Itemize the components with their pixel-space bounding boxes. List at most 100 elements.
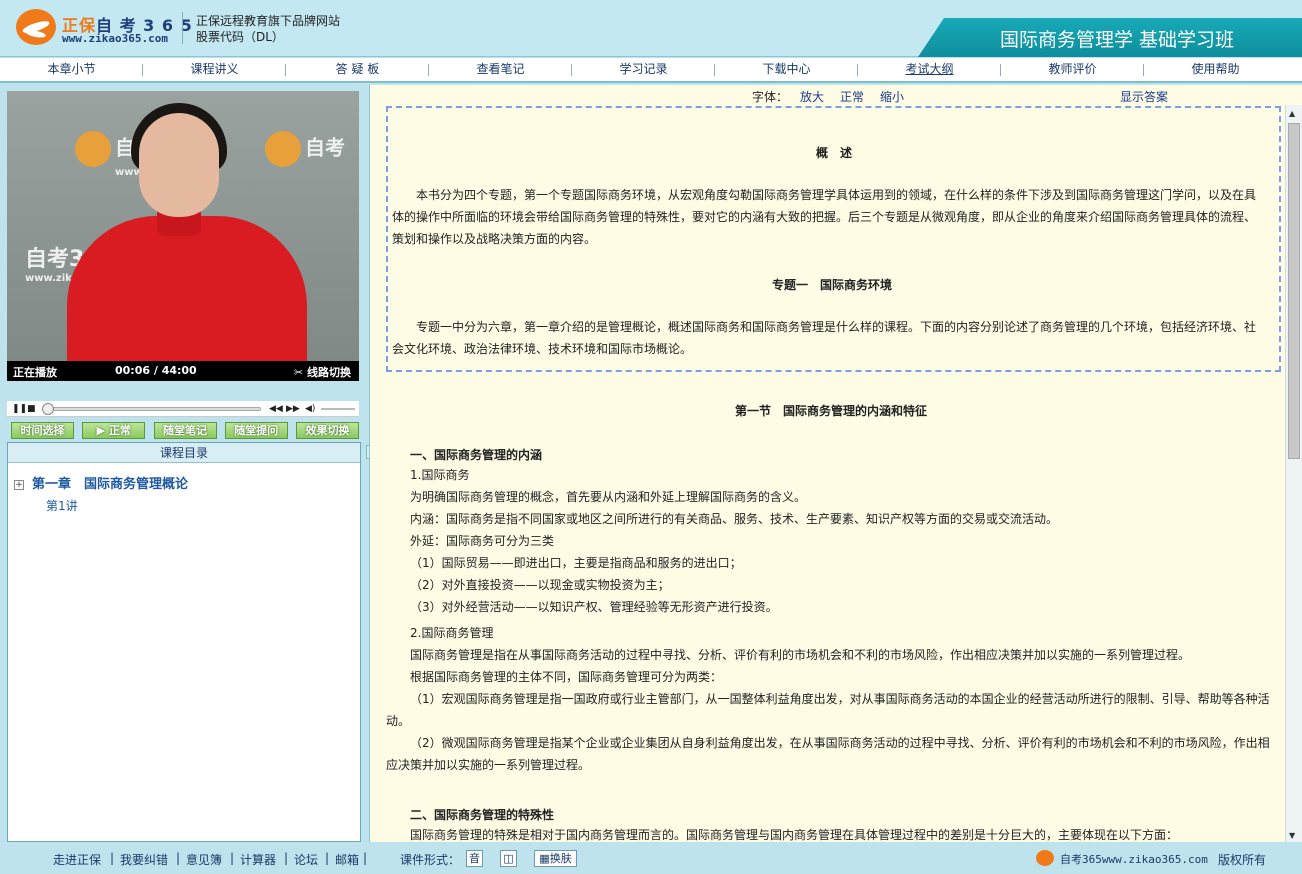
line-switch-icon: ✂ [293, 366, 307, 379]
content-line: 外延：国际商务可分为三类 [410, 534, 555, 548]
content-line: （1）国际贸易——即进出口，主要是指商品和服务的进出口； [410, 556, 742, 570]
nav-lecture-notes[interactable]: 课程讲义 [143, 58, 286, 81]
volume-icon[interactable]: ◀) [305, 404, 315, 414]
video-player[interactable]: 自考www.zikao.com 自考 自考365www.zikao365.com… [7, 91, 359, 381]
logo-icon[interactable] [16, 9, 56, 45]
footer-copyright: 版权所有 [1218, 853, 1267, 867]
scrollbar-thumb[interactable] [1288, 123, 1300, 459]
play-icon: ▶ [96, 424, 109, 437]
overview-paragraph: 本书分为四个专题，第一个专题国际商务环境，从宏观角度勾勒国际商务管理学具体运用到… [392, 188, 1257, 246]
speed-normal-button[interactable]: ▶ 正常 [82, 422, 146, 439]
top-nav: 本章小节 课程讲义 答 疑 板 查看笔记 学习记录 下载中心 考试大纲 教师评价… [0, 58, 1302, 83]
nav-qa-board[interactable]: 答 疑 板 [286, 58, 429, 81]
font-zoom-out-link[interactable]: 缩小 [880, 88, 904, 105]
footer-separator: | [325, 851, 330, 865]
change-skin-label: 换肤 [549, 852, 572, 865]
pause-icon[interactable]: ❚❚ [12, 404, 27, 414]
scroll-down-icon[interactable]: ▼ [1289, 831, 1295, 840]
footer-logo-icon [1036, 850, 1054, 866]
footer-separator: | [176, 851, 181, 865]
video-status-bar: 正在播放 00:06 / 44:00 ✂ 线路切换 [7, 361, 359, 381]
stop-icon[interactable]: ■ [27, 404, 36, 414]
show-answer-link[interactable]: 显示答案 [1120, 88, 1168, 105]
watermark-logo-icon [75, 131, 111, 167]
change-skin-button[interactable]: ▦换肤 [534, 850, 577, 867]
catalog-chapter-item[interactable]: + 第一章 国际商务管理概论 [14, 473, 188, 492]
skin-grid-icon: ▦ [539, 852, 550, 865]
content-toolbar: 字体： 放大 正常 缩小 显示答案 [370, 85, 1285, 105]
topic1-paragraph: 专题一中分为六章，第一章介绍的是管理概论，概述国际商务和国际商务管理是什么样的课… [392, 320, 1257, 356]
logo-url: www.zikao365.com [62, 32, 168, 45]
footer-link-mailbox[interactable]: 邮箱 [335, 851, 359, 868]
expand-icon[interactable]: + [14, 480, 24, 490]
course-catalog: 课程目录 + 第一章 国际商务管理概论 第1讲 [7, 442, 361, 842]
player-controls: ❚❚ ■ ◀◀ ▶▶ ◀) [7, 401, 359, 417]
courseware-format-label: 课件形式： [400, 853, 461, 867]
footer-separator: | [363, 851, 368, 865]
font-normal-link[interactable]: 正常 [840, 88, 864, 105]
footer: 走进正保 | 我要纠错 | 意见簿 | 计算器 | 论坛 | 邮箱 | 课件形式… [0, 842, 1302, 874]
time-select-button[interactable]: 时间选择 [11, 422, 74, 439]
presenter-face [139, 113, 219, 217]
footer-separator: | [284, 851, 289, 865]
nav-view-notes[interactable]: 查看笔记 [429, 58, 572, 81]
content-line: 国际商务管理的特殊是相对于国内商务管理而言的。国际商务管理与国内商务管理在具体管… [410, 828, 1179, 842]
footer-link-about[interactable]: 走进正保 [53, 851, 101, 868]
format-layout-icon[interactable]: ◫ [500, 850, 517, 867]
content-line: （2）对外直接投资——以现金或实物投资为主； [410, 578, 670, 592]
forward-icon[interactable]: ▶▶ [286, 404, 300, 414]
player-function-buttons: 时间选择 ▶ 正常 随堂笔记 随堂提问 效果切换 [11, 422, 359, 440]
heading-particularity: 二、国际商务管理的特殊性 [410, 808, 555, 822]
nav-help[interactable]: 使用帮助 [1144, 58, 1287, 81]
micro-management-paragraph: （2）微观国际商务管理是指某个企业或企业集团从自身利益角度出发，在从事国际商务活… [386, 736, 1270, 772]
course-title: 国际商务管理学 基础学习班 [1000, 29, 1235, 51]
content-line: 根据国际商务管理的主体不同，国际商务管理可分为两类： [410, 670, 723, 684]
heading-connotation: 一、国际商务管理的内涵 [410, 448, 543, 462]
content-line: 国际商务管理是指在从事国际商务活动的过程中寻找、分析、评价有利的市场机会和不利的… [410, 648, 1191, 662]
class-notes-button[interactable]: 随堂笔记 [153, 422, 217, 439]
playback-time: 00:06 / 44:00 [115, 364, 197, 377]
footer-link-forum[interactable]: 论坛 [294, 851, 318, 868]
line-switch-button[interactable]: ✂ 线路切换 [294, 364, 351, 380]
playback-status: 正在播放 [13, 366, 57, 379]
nav-teacher-evaluation[interactable]: 教师评价 [1001, 58, 1144, 81]
effect-switch-button[interactable]: 效果切换 [296, 422, 359, 439]
watermark-logo-icon [265, 131, 301, 167]
seek-bar[interactable] [45, 407, 261, 411]
header-divider [182, 12, 183, 44]
speed-normal-label: 正常 [108, 424, 131, 437]
nav-download-center[interactable]: 下载中心 [715, 58, 858, 81]
volume-slider[interactable] [321, 408, 355, 410]
class-question-button[interactable]: 随堂提问 [224, 422, 288, 439]
header: 正保自 考 3 6 5 www.zikao365.com 正保远程教育旗下品牌网… [0, 0, 1302, 57]
content-line: （3）对外经营活动——以知识产权、管理经验等无形资产进行投资。 [410, 600, 778, 614]
footer-link-feedback[interactable]: 意见簿 [186, 851, 222, 868]
content-line: 1.国际商务 [410, 468, 470, 482]
footer-separator: | [110, 851, 115, 865]
footer-link-calculator[interactable]: 计算器 [240, 851, 276, 868]
font-size-label: 字体： [752, 90, 789, 104]
left-panel: 自考www.zikao.com 自考 自考365www.zikao365.com… [7, 91, 361, 842]
header-stock-code: 股票代码（DL） [196, 30, 284, 44]
footer-link-report-error[interactable]: 我要纠错 [120, 851, 168, 868]
header-tagline: 正保远程教育旗下品牌网站 [196, 14, 341, 28]
line-switch-label: 线路切换 [307, 366, 351, 379]
nav-exam-syllabus[interactable]: 考试大纲 [858, 58, 1001, 81]
seek-handle[interactable] [42, 403, 55, 415]
rewind-icon[interactable]: ◀◀ [269, 404, 283, 414]
footer-separator: | [230, 851, 235, 865]
lecture-content-pane: 字体： 放大 正常 缩小 显示答案 概 述 本书分为四个专题，第一个专题国际商务… [369, 85, 1302, 842]
scroll-up-icon[interactable]: ▲ [1289, 109, 1295, 118]
format-audio-button[interactable]: 音 [466, 850, 483, 867]
presenter-figure [67, 216, 307, 381]
content-line: 为明确国际商务管理的概念，首先要从内涵和外延上理解国际商务的含义。 [410, 490, 807, 504]
nav-chapter-summary[interactable]: 本章小节 [0, 58, 143, 81]
catalog-lecture-item[interactable]: 第1讲 [46, 497, 78, 514]
overview-title: 概 述 [816, 146, 853, 160]
watermark-brand-text: 自考 [305, 135, 345, 160]
font-zoom-in-link[interactable]: 放大 [800, 88, 824, 105]
nav-study-records[interactable]: 学习记录 [572, 58, 715, 81]
content-line: 内涵：国际商务是指不同国家或地区之间所进行的有关商品、服务、技术、生产要素、知识… [410, 512, 1059, 526]
content-scrollbar[interactable]: ▲ ▼ [1285, 105, 1302, 842]
footer-site-name[interactable]: 自考365www.zikao365.com [1060, 851, 1208, 867]
